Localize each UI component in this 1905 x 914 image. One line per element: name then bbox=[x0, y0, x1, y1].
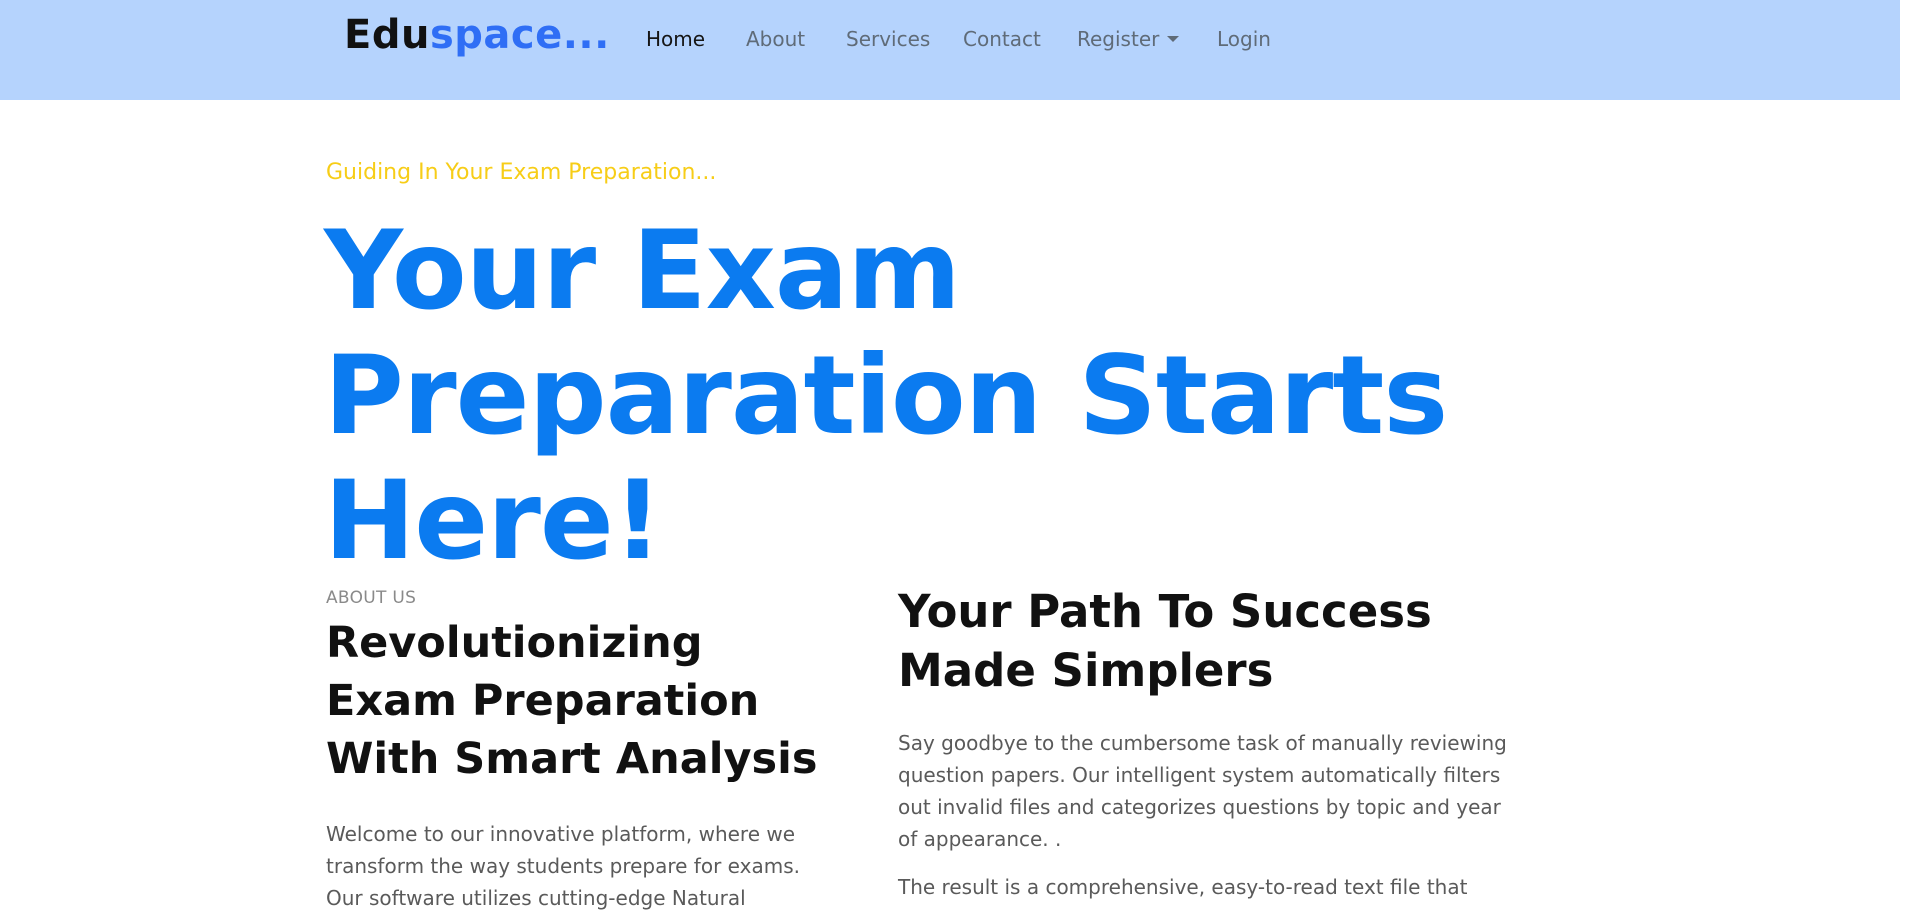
nav-login-link[interactable]: Login bbox=[1217, 24, 1271, 54]
nav-home-link[interactable]: Home bbox=[646, 24, 705, 54]
path-title: Your Path To Success Made Simplers bbox=[898, 585, 1432, 697]
chevron-down-icon bbox=[1167, 35, 1180, 42]
about-title: Revolutionizing Exam Preparation With Sm… bbox=[326, 618, 818, 784]
navbar: Eduspace... Home About Services Contact … bbox=[0, 0, 1900, 100]
brand-logo-part2: space... bbox=[429, 12, 610, 58]
hero-subtitle: Guiding In Your Exam Preparation... bbox=[326, 160, 717, 185]
nav-about-link[interactable]: About bbox=[746, 24, 805, 54]
path-text-2: The result is a comprehensive, easy-to-r… bbox=[898, 875, 1468, 899]
about-kicker: ABOUT US bbox=[326, 588, 417, 608]
about-text: Welcome to our innovative platform, wher… bbox=[326, 822, 800, 910]
brand-logo-part1: Edu bbox=[344, 12, 430, 58]
brand-logo[interactable]: Eduspace... bbox=[344, 10, 610, 60]
nav-contact-link[interactable]: Contact bbox=[963, 24, 1041, 54]
hero-title: Your Exam Preparation Starts Here! bbox=[324, 207, 1448, 584]
path-text-1: Say goodbye to the cumbersome task of ma… bbox=[898, 731, 1507, 851]
nav-register-dropdown[interactable]: Register bbox=[1077, 24, 1180, 54]
nav-register-label: Register bbox=[1077, 27, 1160, 51]
scrollbar[interactable] bbox=[1900, 0, 1905, 903]
nav-services-link[interactable]: Services bbox=[846, 24, 930, 54]
